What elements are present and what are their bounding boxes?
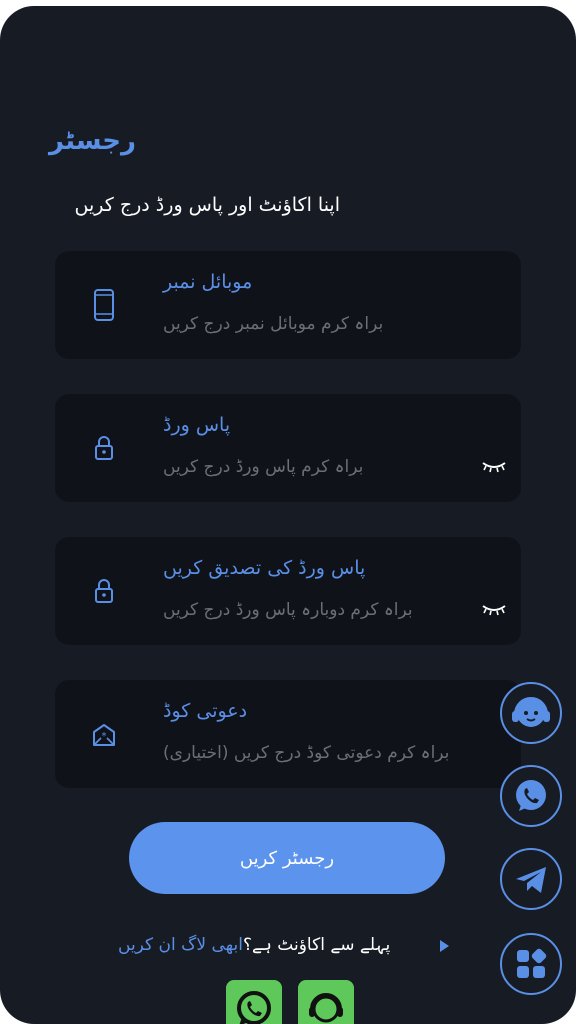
headset-icon	[512, 697, 550, 727]
apps-grid-icon	[517, 948, 547, 978]
page-subtitle: اپنا اکاؤنٹ اور پاس ورڈ درج کریں	[74, 194, 340, 216]
invite-code-label: دعوتی کوڈ	[163, 700, 248, 722]
password-label: پاس ورڈ	[163, 414, 231, 436]
password-field[interactable]: پاس ورڈ	[55, 394, 521, 502]
mobile-input[interactable]	[163, 311, 493, 337]
envelope-icon: *	[93, 724, 115, 746]
invite-code-input[interactable]	[163, 740, 493, 766]
whatsapp-icon	[516, 780, 546, 811]
lock-icon	[95, 579, 113, 603]
confirm-password-input[interactable]	[163, 597, 493, 623]
svg-text:*: *	[102, 731, 107, 742]
phone-icon	[94, 289, 114, 321]
confirm-password-field[interactable]: پاس ورڈ کی تصدیق کریں	[55, 537, 521, 645]
apps-menu-button[interactable]	[500, 933, 562, 995]
register-screen: رجسٹر اپنا اکاؤنٹ اور پاس ورڈ درج کریں م…	[0, 6, 576, 1024]
login-question: پہلے سے اکاؤنٹ ہے؟	[242, 935, 391, 955]
register-button[interactable]: رجسٹر کریں	[129, 822, 445, 894]
headset-icon	[309, 993, 343, 1023]
support-app-button[interactable]	[298, 980, 354, 1024]
eye-closed-icon[interactable]	[481, 603, 507, 617]
login-prompt: پہلے سے اکاؤنٹ ہے؟ابھی لاگ ان کریں	[118, 934, 458, 955]
login-link[interactable]: ابھی لاگ ان کریں	[118, 935, 243, 955]
telegram-button[interactable]	[500, 848, 562, 910]
whatsapp-button[interactable]	[500, 765, 562, 827]
confirm-password-label: پاس ورڈ کی تصدیق کریں	[163, 557, 366, 579]
lock-icon	[95, 436, 113, 460]
telegram-icon	[516, 867, 546, 893]
mobile-field[interactable]: موبائل نمبر	[55, 251, 521, 359]
mobile-label: موبائل نمبر	[163, 271, 253, 293]
whatsapp-app-button[interactable]	[226, 980, 282, 1024]
eye-closed-icon[interactable]	[481, 460, 507, 474]
customer-service-button[interactable]	[500, 682, 562, 744]
page-title: رجسٹر	[49, 126, 136, 156]
password-input[interactable]	[163, 454, 493, 480]
invite-code-field[interactable]: * دعوتی کوڈ	[55, 680, 521, 788]
whatsapp-icon	[237, 991, 271, 1024]
